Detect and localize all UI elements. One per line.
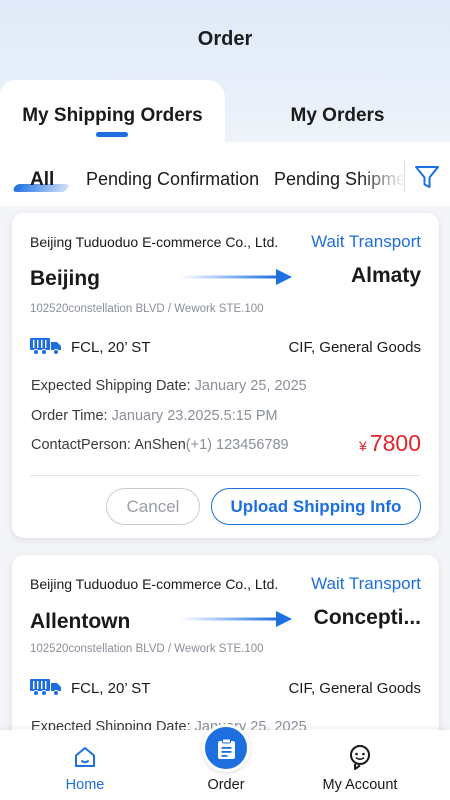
- order-time: Order Time: January 23.2025.5:15 PM: [31, 408, 278, 424]
- status-badge: Wait Transport: [311, 232, 421, 251]
- label: ContactPerson:: [31, 437, 131, 453]
- funnel-icon[interactable]: [414, 164, 440, 190]
- label: Order Time:: [31, 408, 108, 424]
- tab-label: My Orders: [290, 105, 385, 126]
- price: ¥7800: [359, 430, 421, 457]
- value: January 23.2025.5:15 PM: [111, 408, 278, 424]
- upload-shipping-info-button[interactable]: Upload Shipping Info: [211, 488, 421, 525]
- order-button[interactable]: [202, 724, 250, 772]
- goods-type: CIF, General Goods: [288, 680, 421, 697]
- value: January 25, 2025: [194, 378, 307, 394]
- filter-scroll[interactable]: All Pending Confirmation Pending Shipme: [0, 142, 405, 206]
- container-type: FCL, 20’ ST: [71, 680, 151, 697]
- filter-fade: [360, 158, 405, 194]
- tab-label: My Shipping Orders: [22, 105, 203, 126]
- tab-my-orders[interactable]: My Orders: [225, 90, 450, 142]
- goods-type: CIF, General Goods: [288, 339, 421, 356]
- truck-icon: [30, 338, 61, 355]
- currency-symbol: ¥: [359, 438, 367, 454]
- arrow-right-icon: [180, 269, 292, 285]
- filter-all[interactable]: All: [30, 169, 54, 191]
- contact-person: ContactPerson: AnShen(+1) 123456789: [31, 437, 289, 453]
- truck-icon: [30, 679, 61, 696]
- bottom-navigation: Home Order My Account: [0, 724, 450, 800]
- divider: [30, 475, 420, 476]
- destination-city: Almaty: [350, 264, 421, 287]
- page-title: Order: [197, 28, 253, 50]
- cancel-button[interactable]: Cancel: [106, 488, 200, 525]
- order-card[interactable]: Beijing Tuduoduo E-commerce Co., Ltd. Wa…: [12, 213, 439, 538]
- address: 102520constellation BLVD / Wework STE.10…: [30, 643, 264, 655]
- status-badge: Wait Transport: [311, 574, 421, 593]
- user-icon: [350, 745, 370, 770]
- nav-label: Home: [65, 777, 105, 793]
- company-name: Beijing Tuduoduo E-commerce Co., Ltd.: [30, 234, 279, 250]
- price-amount: 7800: [369, 430, 421, 456]
- tab-bar: My Shipping Orders My Orders: [0, 80, 450, 142]
- nav-label: My Account: [322, 777, 398, 793]
- destination-city: Concepti...: [313, 606, 421, 629]
- tab-my-shipping-orders[interactable]: My Shipping Orders: [0, 80, 225, 142]
- container-type: FCL, 20’ ST: [71, 339, 151, 356]
- contact-name: AnShen: [134, 437, 186, 453]
- tab-active-indicator: [96, 132, 128, 137]
- label: Expected Shipping Date:: [31, 378, 191, 394]
- origin-city: Allentown: [30, 610, 131, 633]
- status-filter-bar: All Pending Confirmation Pending Shipme: [0, 142, 450, 206]
- home-icon: [75, 747, 95, 767]
- contact-phone: (+1) 123456789: [185, 437, 289, 453]
- expected-shipping-date: Expected Shipping Date: January 25, 2025: [31, 378, 307, 394]
- company-name: Beijing Tuduoduo E-commerce Co., Ltd.: [30, 576, 279, 592]
- address: 102520constellation BLVD / Wework STE.10…: [30, 303, 264, 315]
- filter-pending-confirmation[interactable]: Pending Confirmation: [86, 169, 259, 190]
- filter-divider: [404, 160, 405, 192]
- arrow-right-icon: [180, 611, 292, 627]
- origin-city: Beijing: [30, 267, 101, 290]
- nav-label: Order: [207, 777, 245, 793]
- clipboard-icon: [218, 738, 235, 759]
